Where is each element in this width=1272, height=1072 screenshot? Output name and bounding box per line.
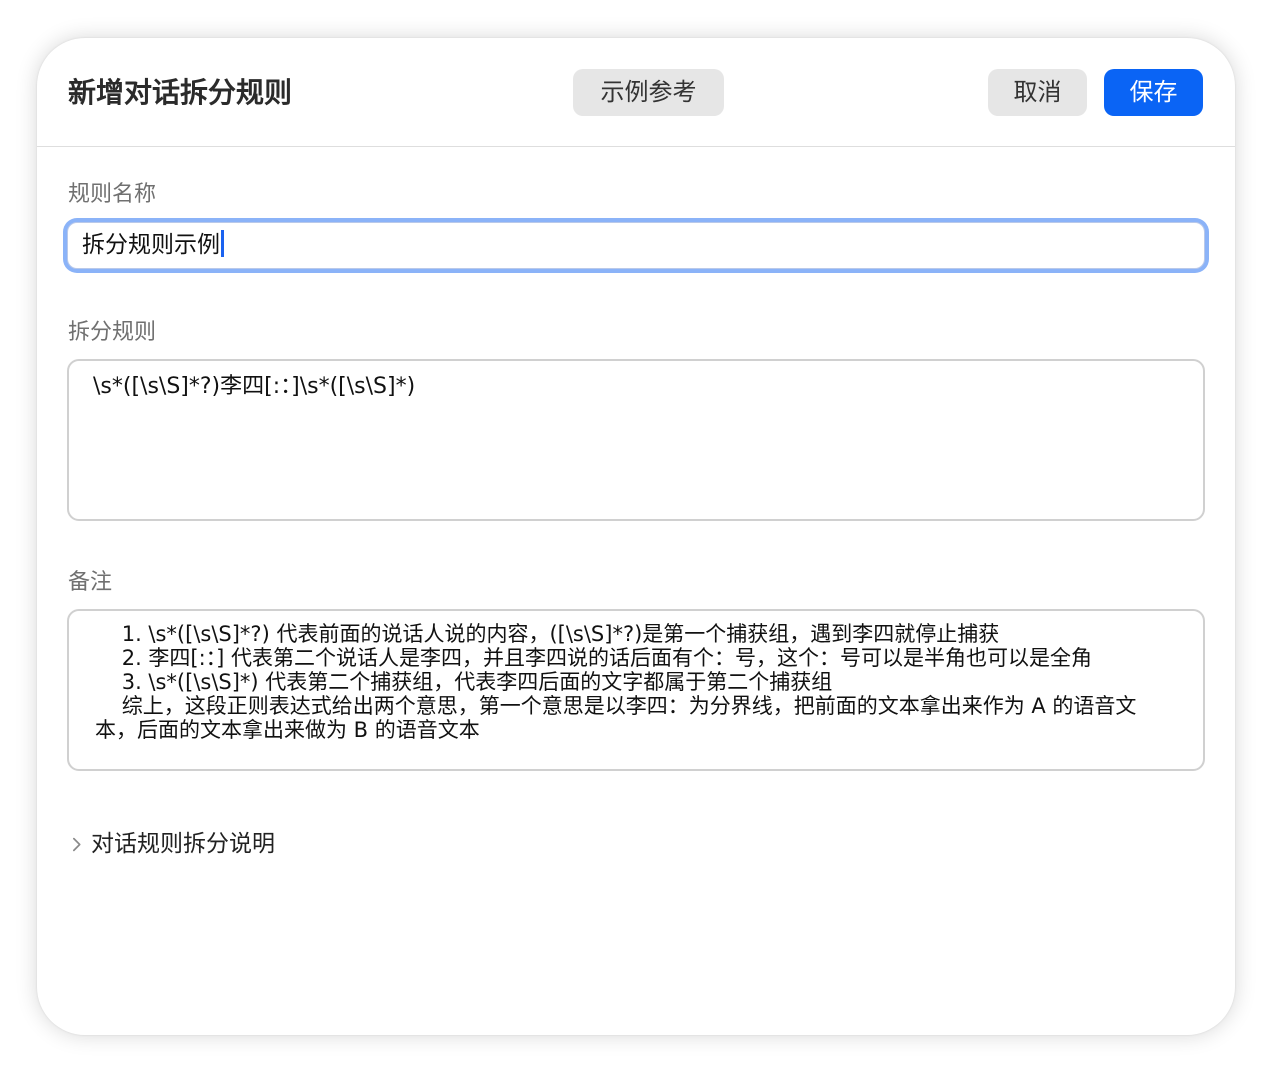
cancel-button[interactable]: 取消 [988, 69, 1087, 116]
note-line: 3. \s*([\s\S]*) 代表第二个捕获组，代表李四后面的文字都属于第二个… [95, 670, 833, 694]
split-rule-value: \s*([\s\S]*?)李四[:：]\s*([\s\S]*) [93, 374, 416, 399]
rule-name-label: 规则名称 [68, 182, 157, 207]
note-textarea[interactable]: 1. \s*([\s\S]*?) 代表前面的说话人说的内容，([\s\S]*?)… [67, 609, 1205, 771]
rule-name-input[interactable]: 拆分规则示例 [67, 222, 1205, 269]
expander-label: 对话规则拆分说明 [91, 831, 275, 857]
note-label: 备注 [68, 570, 113, 595]
chevron-right-icon [72, 837, 81, 851]
note-line: 2. 李四[:：] 代表第二个说话人是李四，并且李四说的话后面有个：号，这个：号… [95, 646, 1093, 670]
example-reference-button[interactable]: 示例参考 [573, 69, 724, 116]
note-line: 综上，这段正则表达式给出两个意思，第一个意思是以李四：为分界线，把前面的文本拿出… [95, 694, 1137, 742]
dialog-title: 新增对话拆分规则 [68, 76, 293, 109]
text-caret [221, 230, 224, 257]
note-line: 1. \s*([\s\S]*?) 代表前面的说话人说的内容，([\s\S]*?)… [95, 622, 1000, 646]
save-button[interactable]: 保存 [1104, 69, 1203, 116]
note-content: 1. \s*([\s\S]*?) 代表前面的说话人说的内容，([\s\S]*?)… [95, 622, 1177, 742]
rule-name-value: 拆分规则示例 [82, 232, 220, 258]
dialog-header: 新增对话拆分规则 示例参考 取消 保存 [37, 38, 1235, 147]
rule-dialog: 新增对话拆分规则 示例参考 取消 保存 规则名称 拆分规则示例 拆分规则 \s*… [37, 38, 1235, 1035]
dialog-rule-explanation-expander[interactable]: 对话规则拆分说明 [68, 828, 275, 860]
split-rule-label: 拆分规则 [68, 320, 157, 345]
split-rule-textarea[interactable]: \s*([\s\S]*?)李四[:：]\s*([\s\S]*) [67, 359, 1205, 521]
